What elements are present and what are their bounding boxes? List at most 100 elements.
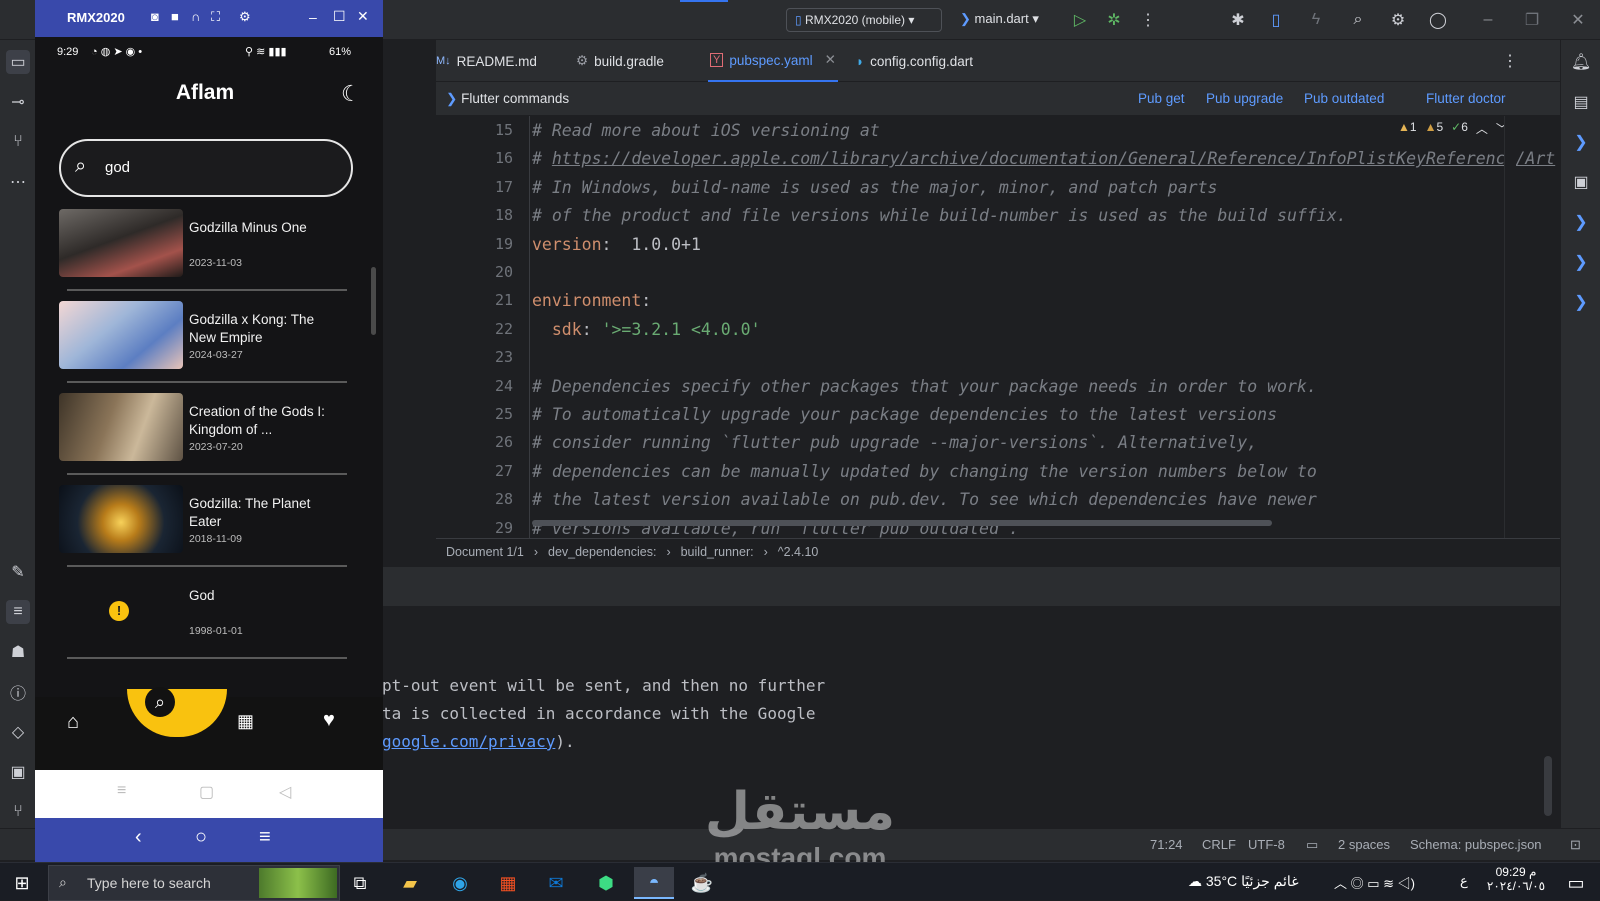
tab-options-icon[interactable]: ⋮ xyxy=(1498,49,1522,73)
flutter-performance-icon[interactable]: ❯ xyxy=(1569,250,1593,274)
tray-icons[interactable]: ︿ ◎ ▭ ≋ ◁) xyxy=(1334,873,1415,892)
breadcrumb-item[interactable]: ^2.4.10 xyxy=(778,545,819,559)
code-line[interactable]: version: 1.0.0+1 xyxy=(532,230,701,259)
horizontal-scrollbar[interactable] xyxy=(532,520,1272,526)
pub-get-link[interactable]: Pub get xyxy=(1138,91,1185,106)
code-line[interactable]: # Dependencies specify other packages th… xyxy=(532,372,1317,401)
java-app-icon[interactable]: ☕ xyxy=(682,867,722,899)
breadcrumb-item[interactable]: Document 1/1 xyxy=(446,545,524,559)
line-separator[interactable]: CRLF xyxy=(1202,837,1236,852)
inspection-widget[interactable]: ▲1 ▲5 ✓6 ︿ ﹀ xyxy=(1398,120,1508,137)
tab-config-dart[interactable]: ◗ config.config.dart xyxy=(856,40,973,82)
back-icon[interactable]: ◁ xyxy=(279,782,291,802)
code-editor[interactable]: 15 16 17 18 19 20 21 22 23 24 25 26 27 28 29 # Read mo… xyxy=(436,116,1560,538)
fullscreen-icon[interactable]: ⛶ xyxy=(211,9,220,25)
restore-icon[interactable]: ❐ xyxy=(1520,8,1544,32)
readonly-icon[interactable]: ▭ xyxy=(1306,837,1318,853)
chevron-up-icon[interactable]: ︿ xyxy=(1476,120,1488,137)
code-line[interactable]: # dependencies can be manually updated b… xyxy=(532,457,1317,486)
home-circle-icon[interactable]: ○ xyxy=(195,826,207,849)
search-tab-icon[interactable]: ⌕ xyxy=(145,687,175,717)
json-schema[interactable]: Schema: pubspec.json xyxy=(1410,837,1542,852)
list-scrollbar[interactable] xyxy=(371,267,376,335)
more-tools-icon[interactable]: ⋯ xyxy=(6,170,30,194)
settings-icon[interactable]: ⚙ xyxy=(1386,8,1410,32)
movie-result-item[interactable]: Creation of the Gods I: Kingdom of ... 2… xyxy=(59,393,353,485)
close-icon[interactable]: ✕ xyxy=(357,8,369,25)
action-center-icon[interactable]: ▭ xyxy=(1556,867,1596,899)
pub-outdated-link[interactable]: Pub outdated xyxy=(1304,91,1384,106)
terminal-icon[interactable]: ▣ xyxy=(6,760,30,784)
windows-start-icon[interactable]: ⊞ xyxy=(2,867,42,899)
movie-result-item[interactable]: Godzilla x Kong: The New Empire 2024-03-… xyxy=(59,301,353,393)
lock-icon[interactable]: ⊡ xyxy=(1570,837,1581,853)
maximize-icon[interactable]: ☐ xyxy=(333,8,346,25)
services-icon[interactable]: ◇ xyxy=(6,720,30,744)
task-view-icon[interactable]: ⧉ xyxy=(340,867,380,899)
store-icon[interactable]: ▦ xyxy=(488,867,528,899)
record-icon[interactable]: ■ xyxy=(171,9,179,24)
debug-icon[interactable]: ✲ xyxy=(1102,8,1126,32)
bug-icon[interactable]: ✱ xyxy=(1226,8,1250,32)
account-icon[interactable]: ◯ xyxy=(1426,8,1450,32)
code-line[interactable]: # of the product and file versions while… xyxy=(532,201,1347,230)
heart-icon[interactable]: ♥ xyxy=(323,709,335,732)
clapperboard-icon[interactable]: ▦ xyxy=(237,711,254,732)
emulator-app-icon[interactable]: ◓ xyxy=(634,867,674,899)
edge-icon[interactable]: ◉ xyxy=(440,867,480,899)
code-line[interactable]: # In Windows, build-name is used as the … xyxy=(532,173,1217,202)
indent-setting[interactable]: 2 spaces xyxy=(1338,837,1390,852)
home-icon[interactable]: ⌂ xyxy=(67,711,79,734)
structure-icon[interactable]: ≡ xyxy=(6,600,30,624)
code-line[interactable]: # Read more about iOS versioning at xyxy=(532,116,880,145)
recents-icon[interactable]: ≡ xyxy=(117,782,126,800)
flutter-performance-icon[interactable]: ✎ xyxy=(6,560,30,584)
breadcrumb-item[interactable]: dev_dependencies: xyxy=(548,545,656,559)
taskbar-search[interactable]: ⌕ Type here to search xyxy=(48,865,340,901)
code-line[interactable]: # the latest version available on pub.de… xyxy=(532,485,1317,514)
pull-requests-icon[interactable]: ⑂ xyxy=(6,130,30,154)
terminal-panel[interactable]: pt-out event will be sent, and then no f… xyxy=(376,606,1560,828)
code-line[interactable]: environment: xyxy=(532,286,661,315)
code-line[interactable]: # To automatically upgrade your package … xyxy=(532,400,1277,429)
flutter-inspector-icon[interactable]: ❯ xyxy=(1569,210,1593,234)
flutter-devtools-icon[interactable]: ❯ xyxy=(1569,290,1593,314)
file-explorer-icon[interactable]: ▰ xyxy=(390,867,430,899)
comment-link[interactable]: https://developer.apple.com/library/arch… xyxy=(552,149,1555,168)
gear-icon[interactable]: ⚙ xyxy=(239,9,251,25)
tab-build-gradle[interactable]: ⚙ build.gradle xyxy=(576,40,664,82)
caret-position[interactable]: 71:24 xyxy=(1150,837,1183,852)
pub-upgrade-link[interactable]: Pub upgrade xyxy=(1206,91,1283,106)
screenshot-icon[interactable]: ◙ xyxy=(151,9,159,24)
input-language[interactable]: ع xyxy=(1460,873,1468,889)
run-config-selector[interactable]: ❯ main.dart ▾ xyxy=(960,11,1039,27)
device-manager-icon[interactable]: ▣ xyxy=(1569,170,1593,194)
terminal-scrollbar[interactable] xyxy=(1544,756,1552,816)
privacy-link[interactable]: google.com/privacy xyxy=(382,732,555,751)
commit-icon[interactable]: ⊸ xyxy=(6,90,30,114)
back-icon[interactable]: ‹ xyxy=(135,826,142,849)
device-file-icon[interactable]: ▤ xyxy=(1569,90,1593,114)
minimize-icon[interactable]: – xyxy=(1476,8,1500,32)
code-line[interactable]: # consider running `flutter pub upgrade … xyxy=(532,428,1257,457)
problems-icon[interactable]: ⓘ xyxy=(6,680,30,704)
project-icon[interactable]: ▭ xyxy=(6,50,30,74)
tab-pubspec-yaml[interactable]: Y pubspec.yaml ✕ xyxy=(708,40,838,82)
code-line[interactable]: sdk: '>=3.2.1 <4.0.0' xyxy=(532,315,761,344)
run-icon[interactable]: ▷ xyxy=(1068,8,1092,32)
code-line[interactable]: # https://developer.apple.com/library/ar… xyxy=(532,144,1555,173)
menu-icon[interactable]: ≡ xyxy=(259,826,271,849)
movie-result-item[interactable]: Godzilla Minus One 2023-11-03 xyxy=(59,209,353,301)
notifications-icon[interactable]: 🔔︎ xyxy=(1569,50,1593,74)
weather-widget[interactable]: ☁ 35°C غائم جزئيًا xyxy=(1188,873,1299,890)
movie-result-item[interactable]: Godzilla: The Planet Eater 2018-11-09 xyxy=(59,485,353,577)
close-tab-icon[interactable]: ✕ xyxy=(825,52,836,68)
git-icon[interactable]: ⑂ xyxy=(6,800,30,824)
search-input[interactable]: ⌕ god xyxy=(59,139,353,197)
audio-icon[interactable]: ∩ xyxy=(191,9,200,24)
minimize-icon[interactable]: – xyxy=(309,9,317,25)
flutter-doctor-link[interactable]: Flutter doctor xyxy=(1426,91,1506,106)
flutter-outline-icon[interactable]: ❯ xyxy=(1569,130,1593,154)
moon-icon[interactable]: ☾ xyxy=(341,81,361,107)
device-selector[interactable]: ▯ RMX2020 (mobile) ▾ xyxy=(786,8,942,32)
